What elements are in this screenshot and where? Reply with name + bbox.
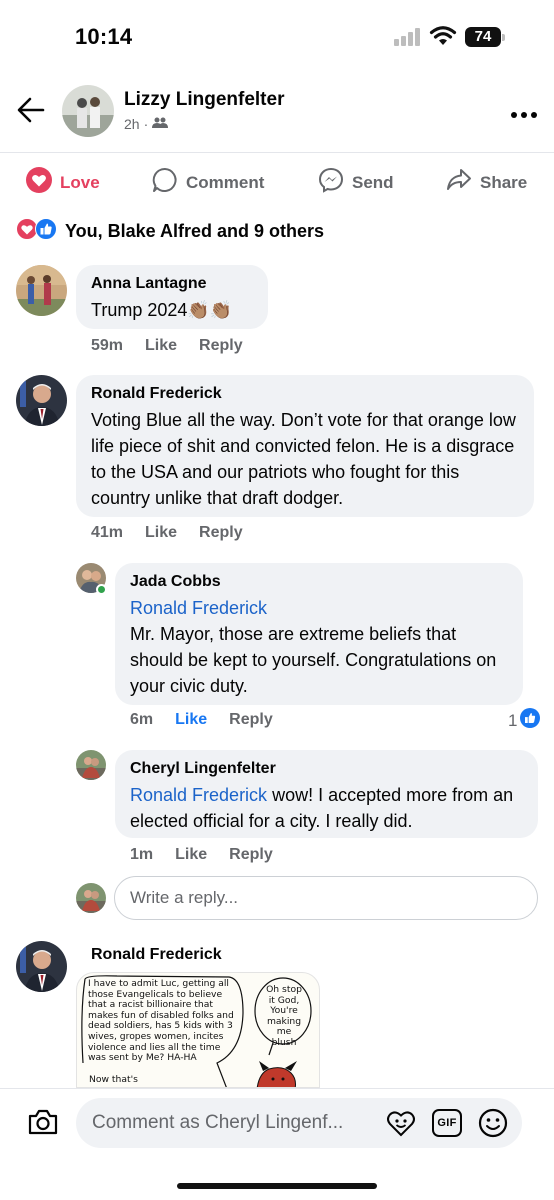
reply-author[interactable]: Cheryl Lingenfelter xyxy=(130,760,524,778)
comment-actions: 59m Like Reply xyxy=(91,337,243,355)
reply-text: Mr. Mayor, those are extreme beliefs tha… xyxy=(130,624,497,696)
battery-indicator: 74 xyxy=(465,27,505,47)
commenter-avatar[interactable] xyxy=(16,265,67,316)
like-link[interactable]: Like xyxy=(145,524,177,542)
share-arrow-icon xyxy=(446,167,472,198)
write-reply-input[interactable]: Write a reply... xyxy=(114,876,538,920)
reply-link[interactable]: Reply xyxy=(199,337,243,355)
emoji-icon[interactable] xyxy=(478,1108,508,1143)
reply-actions: 6m Like Reply xyxy=(130,711,273,729)
like-link[interactable]: Like xyxy=(175,846,207,864)
avatar-sticker-icon[interactable] xyxy=(386,1109,416,1142)
send-button[interactable]: Send xyxy=(318,167,394,198)
replier-avatar[interactable] xyxy=(76,750,106,780)
comment-bubble[interactable]: Anna Lantagne Trump 2024👏🏽👏🏽 xyxy=(76,265,268,329)
current-user-avatar xyxy=(76,883,106,913)
comment-author[interactable]: Ronald Frederick xyxy=(91,946,222,964)
online-status-dot xyxy=(96,584,107,595)
comment-actions: 41m Like Reply xyxy=(91,524,243,542)
home-indicator xyxy=(177,1183,377,1189)
comment-image-cartoon[interactable]: I have to admit Luc, getting all those E… xyxy=(76,972,320,1088)
reply-bubble[interactable]: Jada Cobbs Ronald Frederick Mr. Mayor, t… xyxy=(115,563,523,705)
comment-bubble[interactable]: Ronald Frederick Voting Blue all the way… xyxy=(76,375,534,517)
love-button[interactable]: Love xyxy=(26,167,100,198)
post-author-name[interactable]: Lizzy Lingenfelter xyxy=(124,89,284,111)
reaction-summary-text: You, Blake Alfred and 9 others xyxy=(65,221,325,241)
reply-actions: 1m Like Reply xyxy=(130,846,273,864)
like-reaction-icon xyxy=(520,708,541,733)
reply-link[interactable]: Reply xyxy=(229,846,273,864)
like-link-active[interactable]: Like xyxy=(175,711,207,729)
comment-input-placeholder: Comment as Cheryl Lingenf... xyxy=(92,1112,344,1133)
love-reaction-icon xyxy=(26,167,52,198)
post-meta: 2h · xyxy=(124,116,169,132)
post-author-avatar[interactable] xyxy=(62,85,114,137)
camera-icon[interactable] xyxy=(27,1108,59,1141)
commenter-avatar[interactable] xyxy=(16,375,67,426)
back-arrow-icon[interactable] xyxy=(16,96,46,129)
comment-text: Trump 2024👏🏽👏🏽 xyxy=(91,300,233,320)
comment-time: 41m xyxy=(91,524,124,541)
comment-author[interactable]: Anna Lantagne xyxy=(91,275,254,293)
wifi-icon xyxy=(429,25,457,52)
reply-time: 1m xyxy=(130,846,154,863)
comment-author[interactable]: Ronald Frederick xyxy=(91,385,520,403)
comment-time: 59m xyxy=(91,337,124,354)
mention-link[interactable]: Ronald Frederick xyxy=(130,785,267,805)
more-options-icon[interactable] xyxy=(510,106,538,124)
cellular-signal-icon xyxy=(394,28,422,46)
like-link[interactable]: Like xyxy=(145,337,177,355)
reply-author[interactable]: Jada Cobbs xyxy=(130,573,509,591)
reply-link[interactable]: Reply xyxy=(199,524,243,542)
like-reaction-icon xyxy=(35,218,57,245)
reply-time: 6m xyxy=(130,711,154,728)
cartoon-bottom-text: Now that's xyxy=(89,1074,138,1085)
friends-icon xyxy=(152,116,169,132)
reply-bubble[interactable]: Cheryl Lingenfelter Ronald Frederick wow… xyxy=(115,750,538,838)
reply-link[interactable]: Reply xyxy=(229,711,273,729)
comment-bubble-icon xyxy=(152,167,178,198)
post-time[interactable]: 2h xyxy=(124,116,140,132)
reply-like-count[interactable]: 1 xyxy=(508,708,541,733)
reaction-summary[interactable]: You, Blake Alfred and 9 others xyxy=(16,218,324,245)
messenger-icon xyxy=(318,167,344,198)
share-button[interactable]: Share xyxy=(446,167,527,198)
status-time: 10:14 xyxy=(75,24,133,49)
comment-button[interactable]: Comment xyxy=(152,167,264,198)
cartoon-right-caption: Oh stop it God, You're making me blush xyxy=(266,984,302,1048)
comment-text: Voting Blue all the way. Don’t vote for … xyxy=(91,410,516,508)
post-actions-bar: Love Comment Send Share xyxy=(0,152,554,206)
clapping-emoji: 👏🏽👏🏽 xyxy=(187,300,233,320)
reply-text: Ronald Frederick wow! I accepted more fr… xyxy=(130,785,514,831)
commenter-avatar[interactable] xyxy=(16,941,67,992)
gif-button[interactable]: GIF xyxy=(432,1109,462,1137)
cartoon-left-caption: I have to admit Luc, getting all those E… xyxy=(88,978,234,1064)
mention-link[interactable]: Ronald Frederick xyxy=(130,595,509,621)
